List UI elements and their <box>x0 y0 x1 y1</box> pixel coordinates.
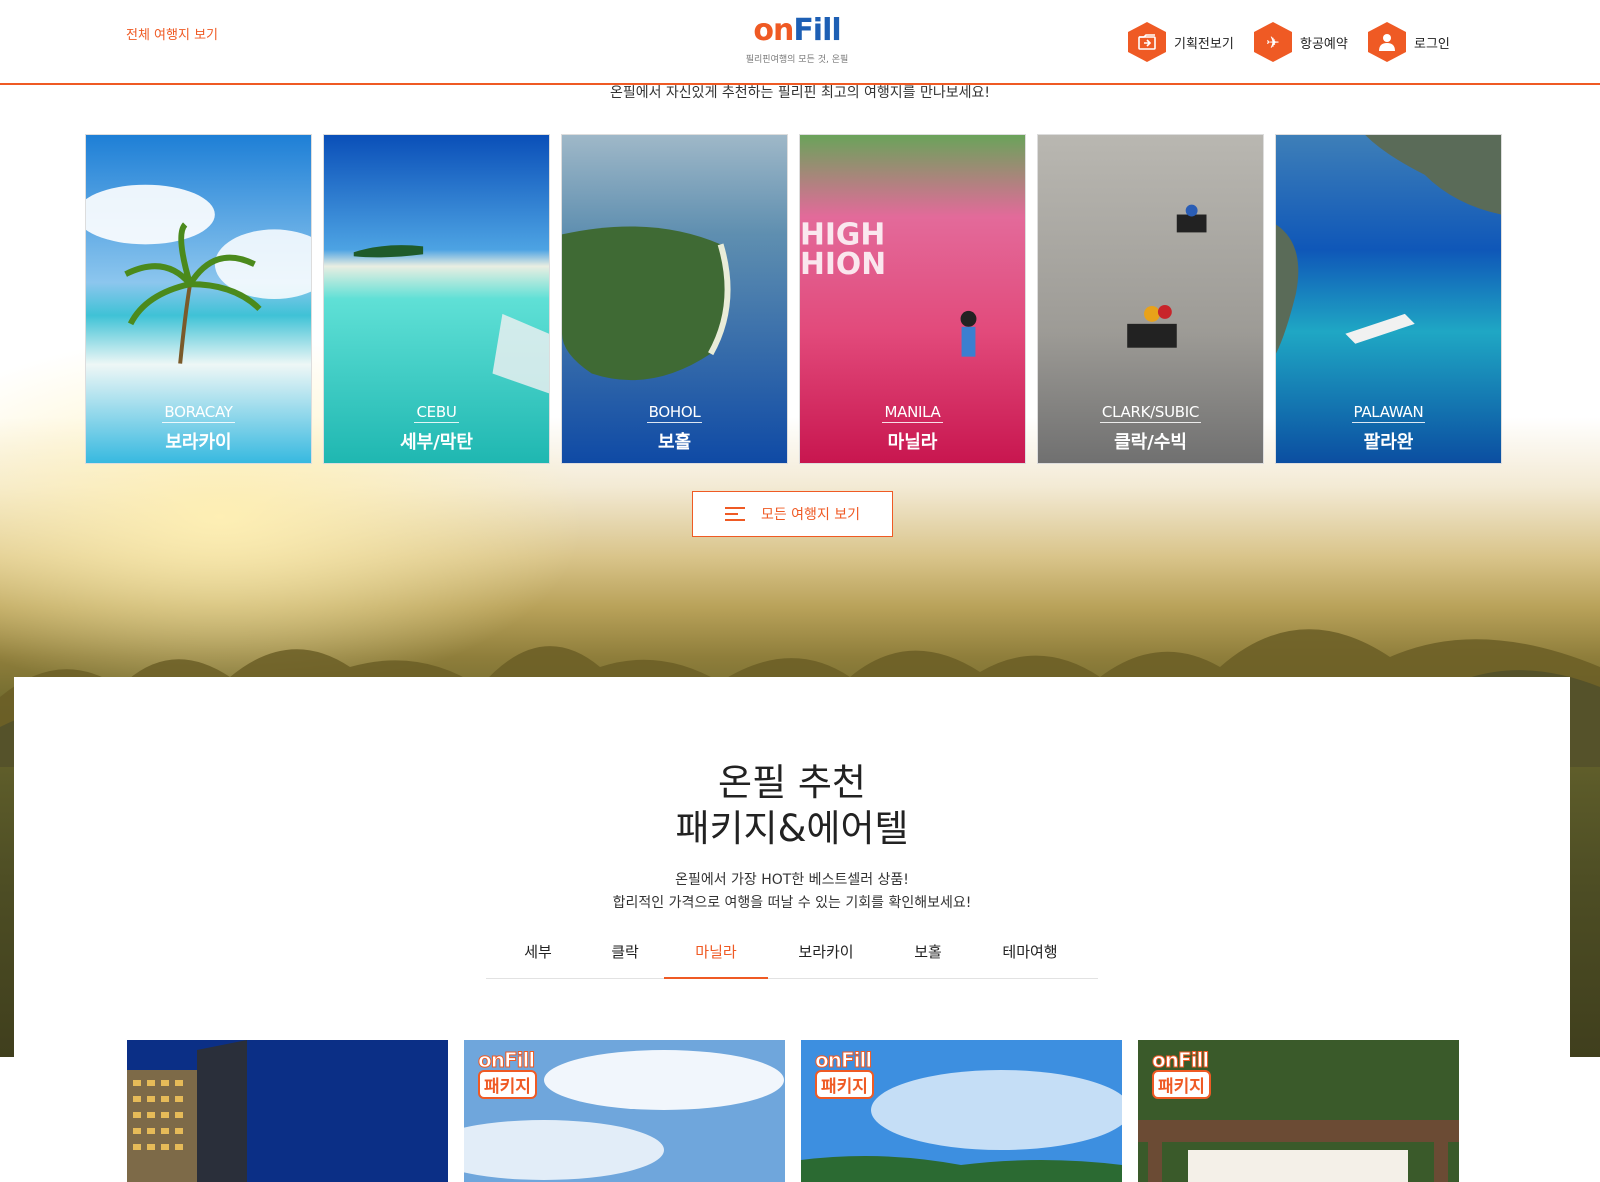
recommend-section: 온필 추천 패키지&에어텔 온필에서 가장 HOT한 베스트셀러 상품! 합리적… <box>14 677 1570 1182</box>
section-title: 온필 추천 패키지&에어텔 <box>14 760 1570 852</box>
section-description: 온필에서 가장 HOT한 베스트셀러 상품! 합리적인 가격으로 여행을 떠날 … <box>14 869 1570 915</box>
product-card[interactable]: onFill 패키지 <box>1138 1040 1459 1182</box>
site-header: 전체 여행지 보기 onFill 필리핀여행의 모든 것, 온필 기획전보기 ✈… <box>0 0 1600 85</box>
section-title-line1: 온필 추천 <box>718 761 866 804</box>
destination-cards: BORACAY 보라카이 CEBU 세부/막탄 BOHOL 보홀 HIGH HI… <box>85 134 1502 464</box>
destination-en-label: MANILA <box>882 403 943 423</box>
package-badge: onFill 패키지 <box>478 1048 544 1099</box>
destination-ko-label: 클락/수빅 <box>1114 432 1187 453</box>
destination-en-label: PALAWAN <box>1351 403 1426 423</box>
package-badge: onFill 패키지 <box>815 1048 881 1099</box>
nav-login[interactable]: 로그인 <box>1368 22 1450 62</box>
badge-logo: onFill <box>1152 1048 1210 1073</box>
destination-card-palawan[interactable]: PALAWAN 팔라완 <box>1275 134 1502 464</box>
tab-boracay[interactable]: 보라카이 <box>774 939 878 979</box>
destination-en-label: CLARK/SUBIC <box>1099 403 1202 423</box>
badge-logo: onFill <box>478 1048 536 1073</box>
view-all-destinations-button[interactable]: 모든 여행지 보기 <box>692 491 893 537</box>
badge-label: 패키지 <box>1152 1070 1211 1099</box>
nav-flight-label: 항공예약 <box>1300 36 1348 52</box>
menu-lines-icon <box>724 507 745 521</box>
product-card[interactable]: onFill 패키지 <box>801 1040 1122 1182</box>
tab-clark[interactable]: 클락 <box>573 939 677 979</box>
user-icon <box>1368 22 1406 62</box>
destination-ko-label: 보라카이 <box>165 432 232 453</box>
nav-exhibitions[interactable]: 기획전보기 <box>1128 22 1234 62</box>
product-list: onFill 패키지 onFill 패키지 onFill 패키지 <box>127 1040 1459 1182</box>
package-badge: onFill 패키지 <box>1152 1048 1218 1099</box>
destination-en-label: BORACAY <box>162 403 235 423</box>
destination-card-cebu[interactable]: CEBU 세부/막탄 <box>323 134 550 464</box>
intro-text: 온필에서 자신있게 추천하는 필리핀 최고의 여행지를 만나보세요! <box>609 85 991 101</box>
svg-text:HION: HION <box>800 247 886 282</box>
section-desc-line1: 온필에서 가장 HOT한 베스트셀러 상품! <box>675 872 909 888</box>
product-card[interactable] <box>127 1040 448 1182</box>
destination-card-manila[interactable]: HIGH HION MANILA 마닐라 <box>799 134 1026 464</box>
airplane-icon: ✈ <box>1254 22 1292 62</box>
section-title-line2: 패키지&에어텔 <box>675 807 909 850</box>
onfill-logo[interactable]: onFill 필리핀여행의 모든 것, 온필 <box>742 6 852 76</box>
all-destinations-link[interactable]: 전체 여행지 보기 <box>126 24 218 43</box>
badge-label: 패키지 <box>815 1070 874 1099</box>
badge-label: 패키지 <box>478 1070 537 1099</box>
nav-flight-booking[interactable]: ✈ 항공예약 <box>1254 22 1348 62</box>
product-card[interactable]: onFill 패키지 <box>464 1040 785 1182</box>
tab-manila[interactable]: 마닐라 <box>664 939 768 979</box>
nav-login-label: 로그인 <box>1414 36 1450 52</box>
destination-en-label: BOHOL <box>646 403 703 423</box>
hotel-image <box>127 1040 448 1182</box>
tab-bohol[interactable]: 보홀 <box>876 939 980 979</box>
logo-tagline: 필리핀여행의 모든 것, 온필 <box>745 55 849 65</box>
destination-ko-label: 세부/막탄 <box>400 432 473 453</box>
badge-logo: onFill <box>815 1048 873 1073</box>
section-desc-line2: 합리적인 가격으로 여행을 떠날 수 있는 기회를 확인해보세요! <box>612 895 972 911</box>
destination-en-label: CEBU <box>414 403 459 423</box>
destination-ko-label: 팔라완 <box>1363 432 1414 453</box>
destination-card-bohol[interactable]: BOHOL 보홀 <box>561 134 788 464</box>
nav-exhibitions-label: 기획전보기 <box>1174 36 1234 52</box>
destination-card-clark-subic[interactable]: CLARK/SUBIC 클락/수빅 <box>1037 134 1264 464</box>
destination-card-boracay[interactable]: BORACAY 보라카이 <box>85 134 312 464</box>
tab-theme-travel[interactable]: 테마여행 <box>978 939 1082 979</box>
logo-mark: onFill <box>753 13 841 48</box>
destination-ko-label: 보홀 <box>657 432 692 453</box>
view-all-destinations-label: 모든 여행지 보기 <box>760 507 861 523</box>
region-tabs: 세부 클락 마닐라 보라카이 보홀 테마여행 <box>486 939 1098 979</box>
destination-ko-label: 마닐라 <box>887 432 938 453</box>
plan-folder-icon <box>1128 22 1166 62</box>
